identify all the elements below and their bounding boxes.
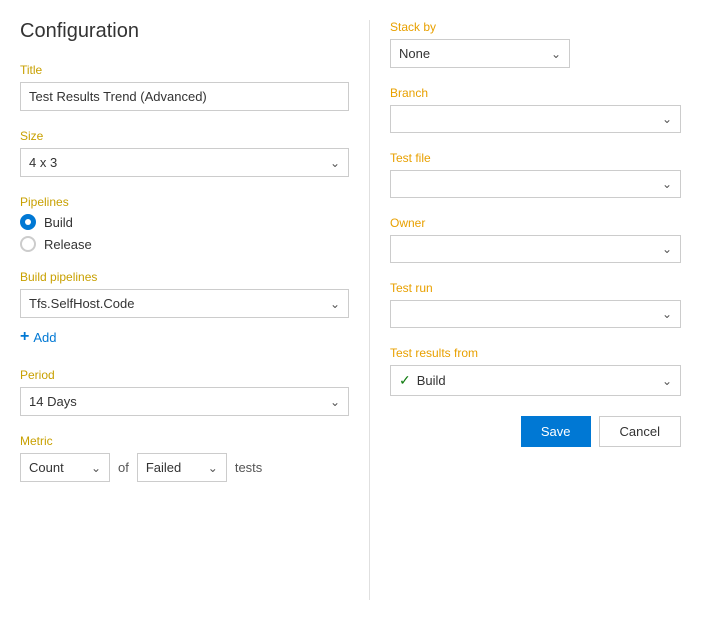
test-run-group: Test run ⌄	[390, 281, 681, 328]
build-pipelines-label: Build pipelines	[20, 270, 349, 284]
owner-chevron-icon: ⌄	[662, 242, 672, 256]
metric-tests-label: tests	[235, 460, 262, 475]
owner-group: Owner ⌄	[390, 216, 681, 263]
metric-failed-value: Failed	[146, 460, 181, 475]
pipeline-build-label: Build	[44, 215, 73, 230]
metric-count-select[interactable]: Count ⌄	[20, 453, 110, 482]
stack-by-group: Stack by None ⌄	[390, 20, 681, 68]
pipeline-build-item[interactable]: Build	[20, 214, 349, 230]
stack-by-value: None	[399, 46, 430, 61]
title-input[interactable]	[20, 82, 349, 111]
test-run-select[interactable]: ⌄	[390, 300, 681, 328]
metric-label: Metric	[20, 434, 349, 448]
size-chevron-icon: ⌄	[330, 156, 340, 170]
owner-select[interactable]: ⌄	[390, 235, 681, 263]
title-group: Title	[20, 63, 349, 111]
branch-chevron-icon: ⌄	[662, 112, 672, 126]
branch-select[interactable]: ⌄	[390, 105, 681, 133]
checkmark-icon: ✓	[399, 372, 411, 389]
plus-icon: +	[20, 328, 29, 346]
build-pipelines-select[interactable]: Tfs.SelfHost.Code ⌄	[20, 289, 349, 318]
pipeline-release-radio[interactable]	[20, 236, 36, 252]
period-select[interactable]: 14 Days ⌄	[20, 387, 349, 416]
metric-row: Count ⌄ of Failed ⌄ tests	[20, 453, 349, 482]
metric-failed-chevron-icon: ⌄	[208, 461, 218, 475]
test-results-from-group: Test results from ✓ Build ⌄	[390, 346, 681, 396]
stack-by-select[interactable]: None ⌄	[390, 39, 570, 68]
pipelines-group: Pipelines Build Release	[20, 195, 349, 252]
metric-count-chevron-icon: ⌄	[91, 461, 101, 475]
stack-by-label: Stack by	[390, 20, 681, 34]
size-value: 4 x 3	[29, 155, 57, 170]
test-results-from-value-row: ✓ Build	[399, 372, 446, 389]
test-file-group: Test file ⌄	[390, 151, 681, 198]
period-value: 14 Days	[29, 394, 77, 409]
title-label: Title	[20, 63, 349, 77]
pipelines-label: Pipelines	[20, 195, 349, 209]
branch-group: Branch ⌄	[390, 86, 681, 133]
metric-group: Metric Count ⌄ of Failed ⌄ tests	[20, 434, 349, 482]
pipeline-build-radio[interactable]	[20, 214, 36, 230]
metric-count-value: Count	[29, 460, 64, 475]
build-pipelines-chevron-icon: ⌄	[330, 297, 340, 311]
test-run-chevron-icon: ⌄	[662, 307, 672, 321]
pipeline-radio-group: Build Release	[20, 214, 349, 252]
test-run-label: Test run	[390, 281, 681, 295]
stack-by-chevron-icon: ⌄	[551, 47, 561, 61]
metric-of-label: of	[118, 460, 129, 475]
owner-label: Owner	[390, 216, 681, 230]
save-button[interactable]: Save	[521, 416, 591, 447]
period-group: Period 14 Days ⌄	[20, 368, 349, 416]
page-title: Configuration	[20, 20, 349, 43]
test-results-from-value: Build	[417, 373, 446, 388]
cancel-button[interactable]: Cancel	[599, 416, 681, 447]
test-results-from-select[interactable]: ✓ Build ⌄	[390, 365, 681, 396]
period-chevron-icon: ⌄	[330, 395, 340, 409]
branch-label: Branch	[390, 86, 681, 100]
size-select[interactable]: 4 x 3 ⌄	[20, 148, 349, 177]
test-file-select[interactable]: ⌄	[390, 170, 681, 198]
test-file-chevron-icon: ⌄	[662, 177, 672, 191]
test-results-from-chevron-icon: ⌄	[662, 374, 672, 388]
size-label: Size	[20, 129, 349, 143]
build-pipelines-group: Build pipelines Tfs.SelfHost.Code ⌄ + Ad…	[20, 270, 349, 350]
test-results-from-label: Test results from	[390, 346, 681, 360]
add-label: Add	[33, 330, 56, 345]
left-panel: Configuration Title Size 4 x 3 ⌄ Pipelin…	[0, 20, 370, 600]
size-group: Size 4 x 3 ⌄	[20, 129, 349, 177]
metric-failed-select[interactable]: Failed ⌄	[137, 453, 227, 482]
pipeline-release-label: Release	[44, 237, 92, 252]
test-file-label: Test file	[390, 151, 681, 165]
add-pipeline-button[interactable]: + Add	[20, 324, 56, 350]
button-row: Save Cancel	[390, 416, 681, 447]
pipeline-release-item[interactable]: Release	[20, 236, 349, 252]
period-label: Period	[20, 368, 349, 382]
right-panel: Stack by None ⌄ Branch ⌄ Test file ⌄ Own…	[370, 20, 701, 600]
build-pipelines-value: Tfs.SelfHost.Code	[29, 296, 135, 311]
